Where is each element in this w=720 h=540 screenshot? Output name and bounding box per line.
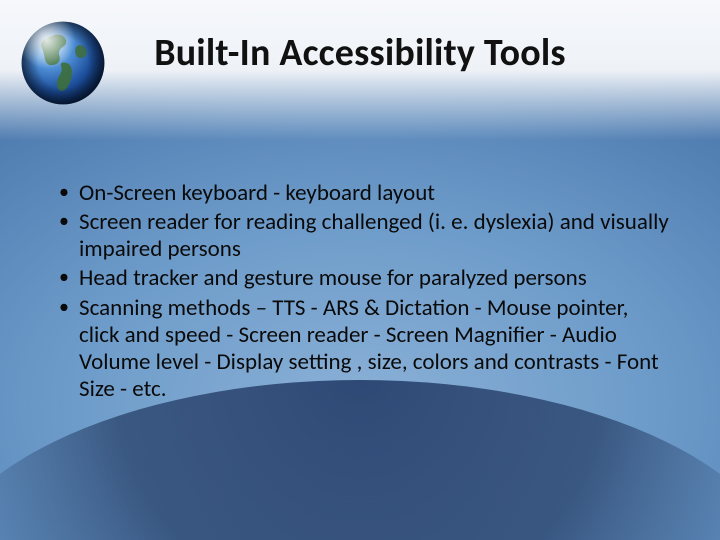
list-item: Scanning methods – TTS - ARS & Dictation…	[55, 295, 670, 404]
slide-body: On-Screen keyboard - keyboard layout Scr…	[55, 180, 670, 405]
list-item: On-Screen keyboard - keyboard layout	[55, 180, 670, 207]
list-item: Head tracker and gesture mouse for paral…	[55, 265, 670, 292]
bullet-list: On-Screen keyboard - keyboard layout Scr…	[55, 180, 670, 403]
list-item: Screen reader for reading challenged (i.…	[55, 209, 670, 263]
slide-title: Built-In Accessibility Tools	[0, 30, 720, 76]
slide: Built-In Accessibility Tools On-Screen k…	[0, 0, 720, 540]
globe-icon	[18, 18, 108, 113]
